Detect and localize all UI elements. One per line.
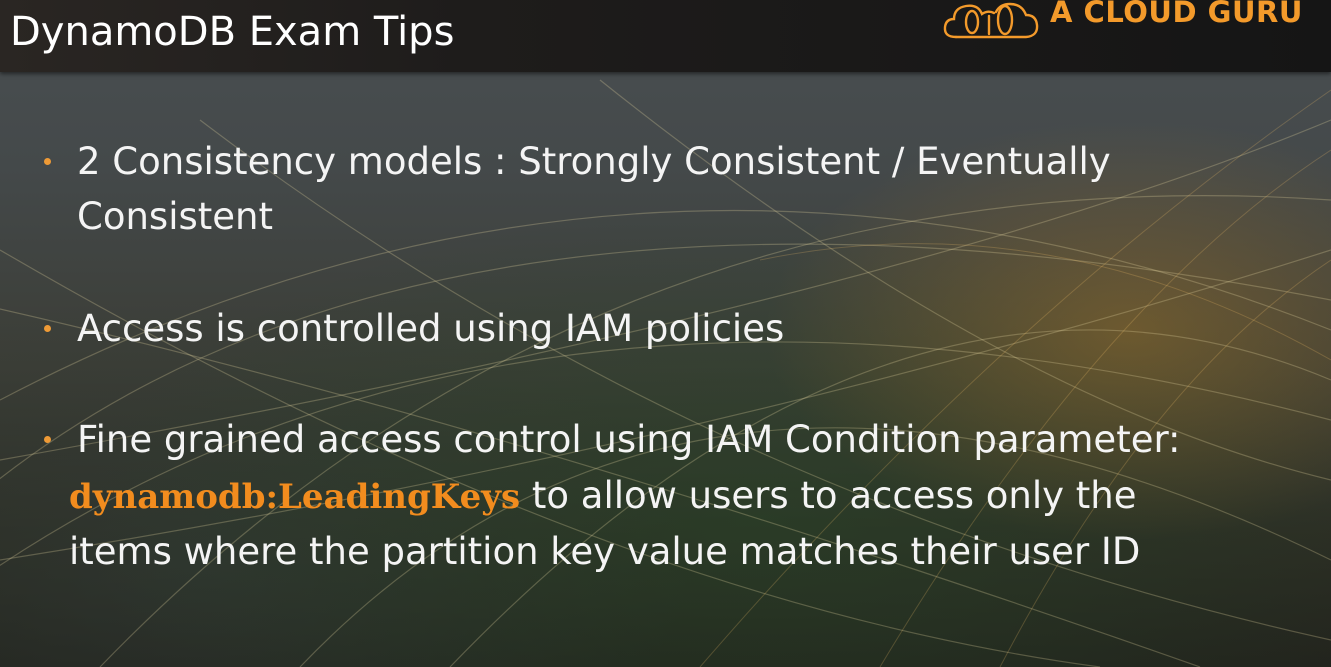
- bullet-text: to allow users to access only the: [520, 474, 1137, 517]
- bullet-line: items where the partition key value matc…: [69, 530, 1141, 573]
- bullet-line: Access is controlled using IAM policies: [77, 307, 785, 350]
- bullet-line-with-code: dynamodb:LeadingKeys to allow users to a…: [69, 474, 1137, 519]
- bullet-dot-icon: [44, 436, 51, 443]
- bullet-dot-icon: [44, 325, 51, 332]
- bullet-list: 2 Consistency models : Strongly Consiste…: [0, 0, 1331, 667]
- bullet-dot-icon: [44, 158, 51, 165]
- bullet-line: 2 Consistency models : Strongly Consiste…: [77, 140, 1111, 183]
- slide: DynamoDB Exam Tips A CLOUD GURU 2 Consis…: [0, 0, 1331, 667]
- bullet-line: Consistent: [77, 195, 273, 238]
- bullet-line: Fine grained access control using IAM Co…: [77, 418, 1181, 461]
- code-term: dynamodb:LeadingKeys: [69, 477, 521, 517]
